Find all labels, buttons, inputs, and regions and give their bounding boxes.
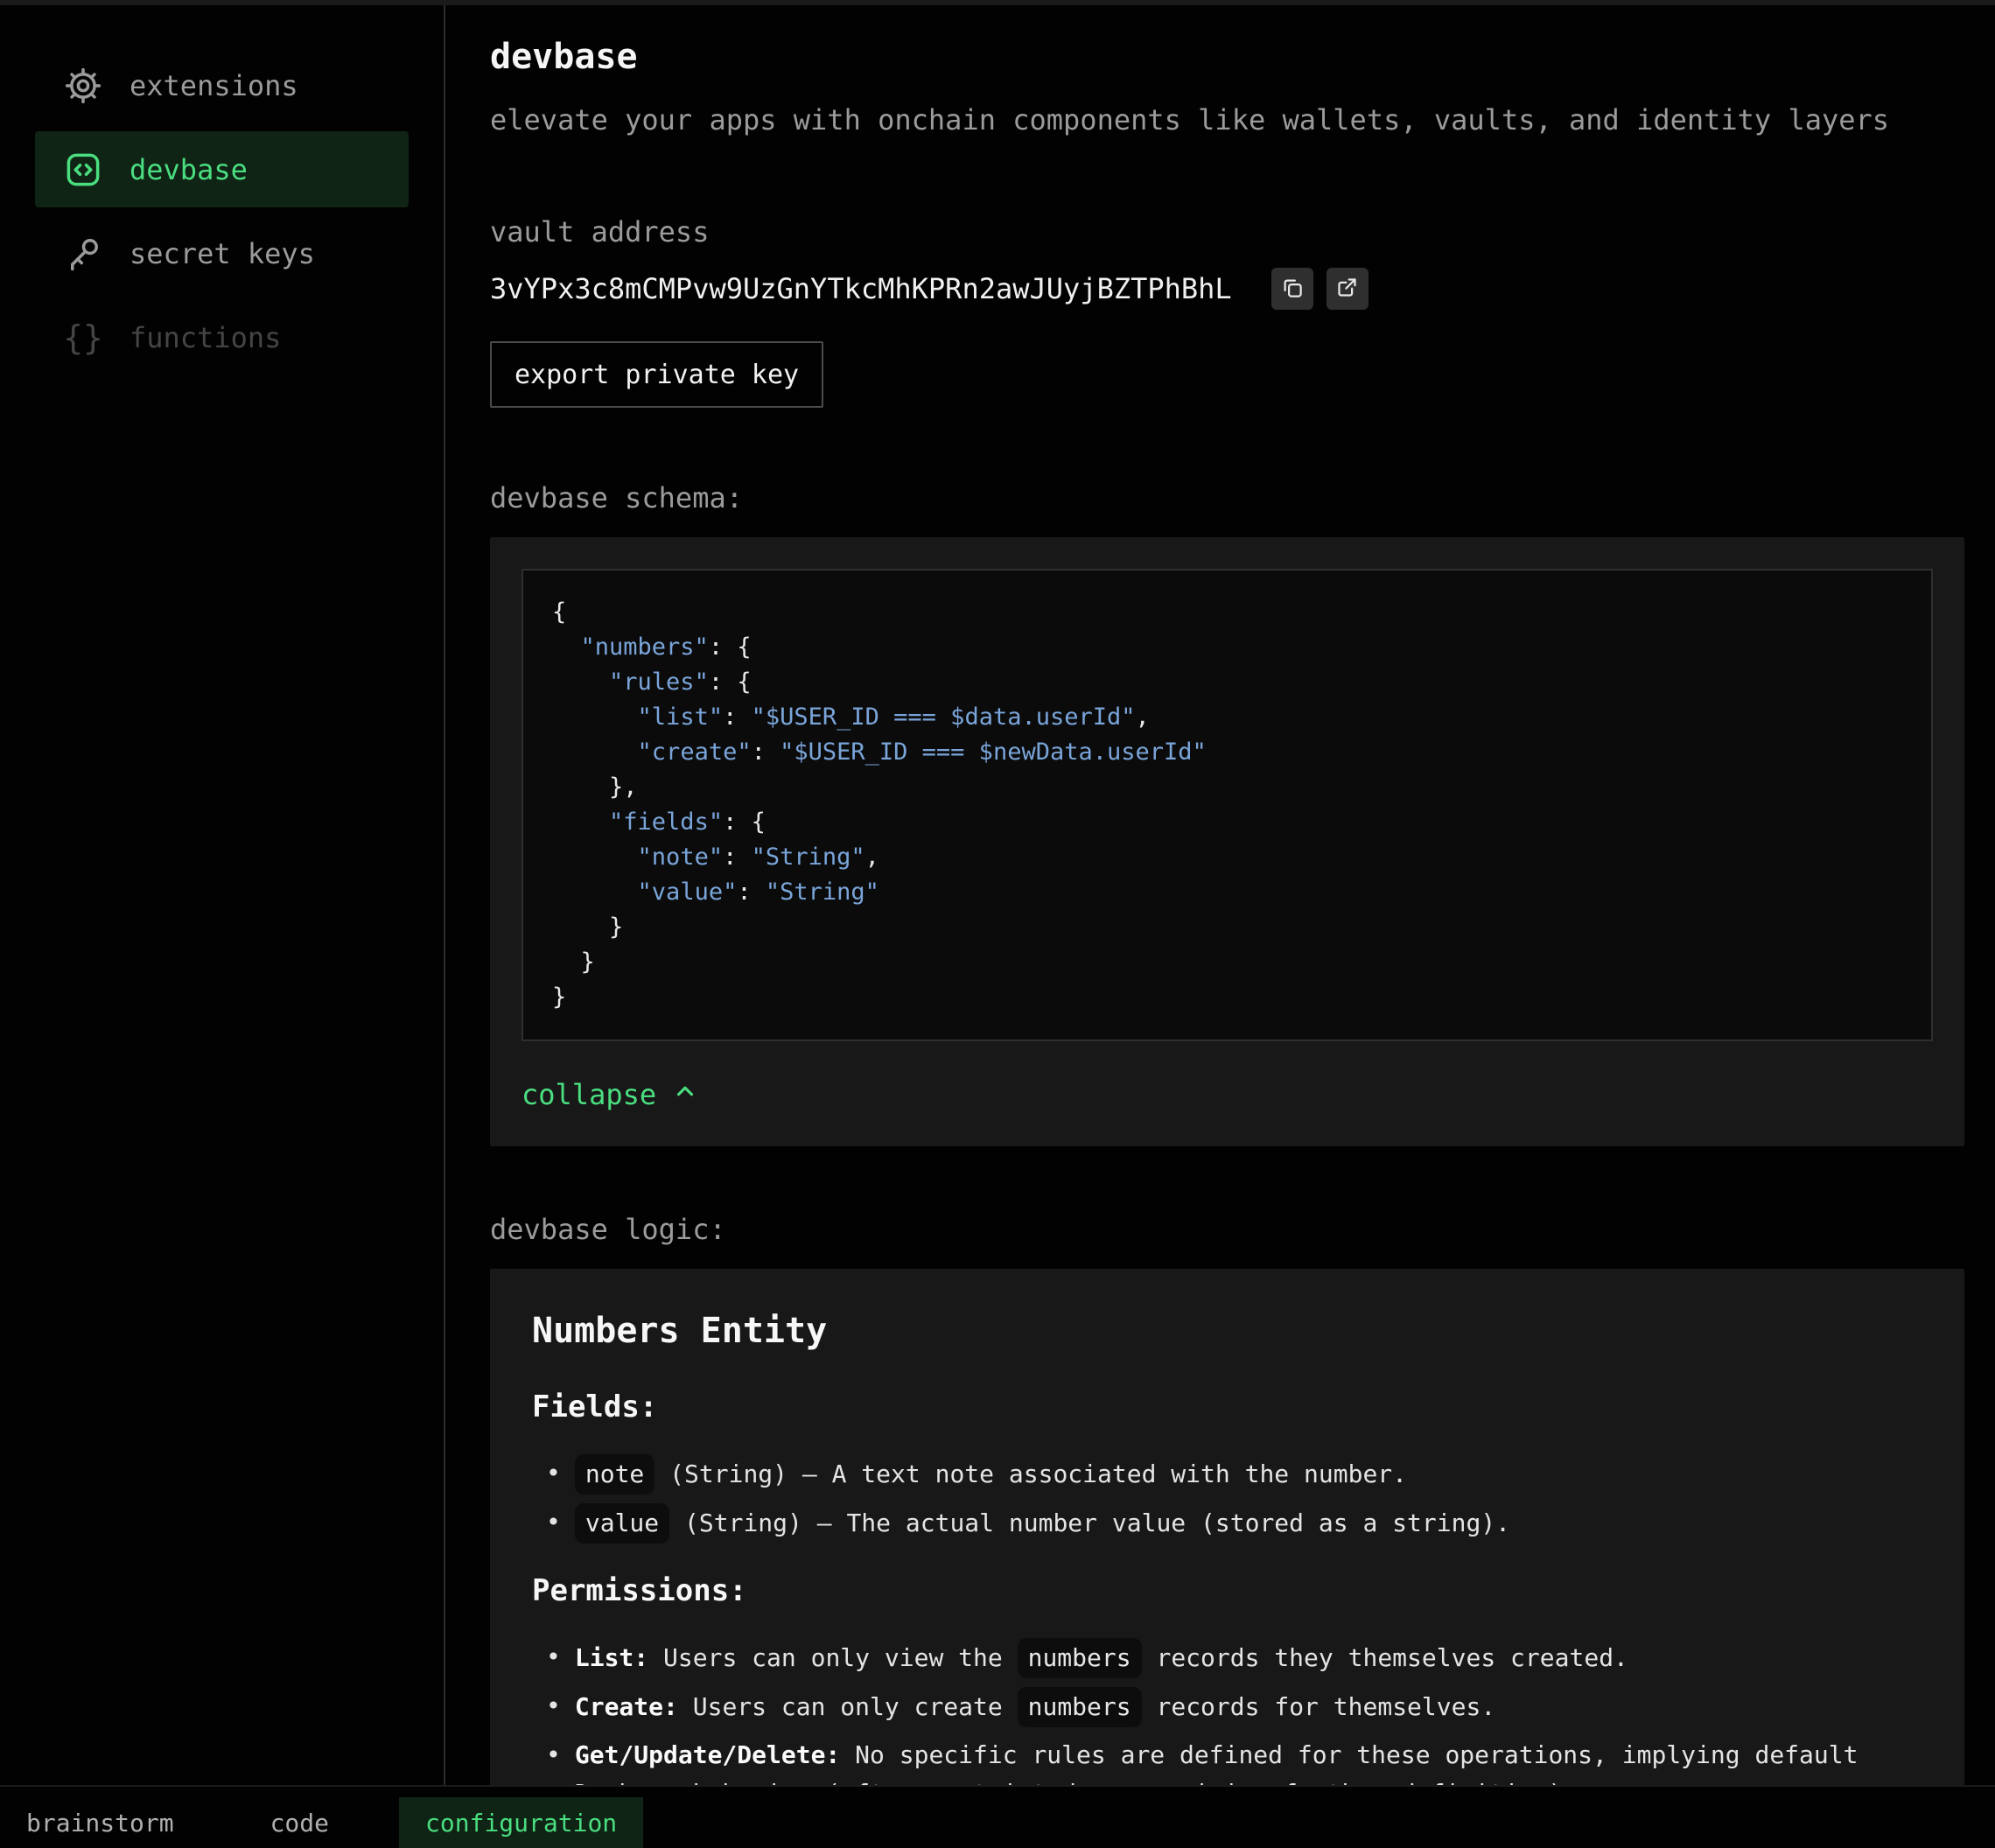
bullet-list: •note (String) – A text note associated …	[532, 1454, 1922, 1544]
list-item: •value (String) – The actual number valu…	[546, 1503, 1922, 1544]
copy-address-button[interactable]	[1271, 268, 1313, 310]
code-chip: numbers	[1018, 1687, 1142, 1727]
sidebar-item-functions[interactable]: {} functions	[35, 299, 409, 375]
page-subtitle: elevate your apps with onchain component…	[490, 103, 1964, 136]
code-chip: note	[575, 1454, 654, 1494]
code-chip: value	[575, 1503, 669, 1544]
code-line: {	[552, 595, 1902, 630]
vault-address-value: 3vYPx3c8mCMPvw9UzGnYTkcMhKPRn2awJUyjBZTP…	[490, 272, 1232, 305]
code-line: }	[552, 945, 1902, 980]
sidebar-item-extensions[interactable]: extensions	[35, 47, 409, 123]
vault-address-row: 3vYPx3c8mCMPvw9UzGnYTkcMhKPRn2awJUyjBZTP…	[490, 268, 1964, 310]
external-link-icon	[1335, 276, 1359, 302]
page-title: devbase	[490, 37, 1964, 77]
schema-section-label: devbase schema:	[490, 481, 1964, 514]
collapse-label: collapse	[522, 1078, 656, 1111]
sidebar-item-label: devbase	[130, 153, 248, 186]
chevron-up-icon	[672, 1078, 698, 1111]
list-item: •List: Users can only view the numbers r…	[546, 1638, 1922, 1678]
bullet-marker: •	[546, 1687, 561, 1727]
code-line: "list": "$USER_ID === $data.userId",	[552, 700, 1902, 735]
key-icon	[64, 234, 102, 273]
gear-icon	[64, 66, 102, 105]
code-line: },	[552, 770, 1902, 805]
bullet-marker: •	[546, 1638, 561, 1678]
sidebar-item-devbase[interactable]: devbase	[35, 131, 409, 207]
code-line: "rules": {	[552, 665, 1902, 700]
sidebar: extensions devbase secret keys {} functions	[0, 5, 445, 1785]
vault-address-label: vault address	[490, 215, 1964, 248]
code-line: "value": "String"	[552, 875, 1902, 910]
code-line: "note": "String",	[552, 840, 1902, 875]
sidebar-item-label: extensions	[130, 69, 298, 102]
export-private-key-button[interactable]: export private key	[490, 341, 823, 408]
list-item: •Create: Users can only create numbers r…	[546, 1687, 1922, 1727]
copy-icon	[1280, 276, 1304, 302]
schema-code-block: { "numbers": { "rules": { "list": "$USER…	[522, 569, 1933, 1041]
logic-heading: Permissions:	[532, 1573, 1922, 1608]
code-line: "create": "$USER_ID === $newData.userId"	[552, 735, 1902, 770]
code-line: }	[552, 980, 1902, 1015]
logic-heading: Fields:	[532, 1390, 1922, 1424]
sidebar-item-label: functions	[130, 321, 281, 354]
app-root: extensionsdevbasesecret keys{}functions …	[0, 0, 1995, 1848]
sidebar-item-label: secret keys	[130, 237, 315, 270]
sidebar-item-secret-keys[interactable]: secret keys	[35, 215, 409, 291]
tab-code[interactable]: code	[244, 1797, 355, 1848]
code-line: "numbers": {	[552, 630, 1902, 665]
code-line: }	[552, 910, 1902, 945]
schema-panel: { "numbers": { "rules": { "list": "$USER…	[490, 537, 1964, 1146]
schema-collapse-link[interactable]: collapse	[522, 1078, 698, 1111]
code-line: "fields": {	[552, 805, 1902, 840]
bullet-marker: •	[546, 1503, 561, 1544]
footer-tab-bar: brainstorm code configuration	[0, 1785, 1995, 1848]
tab-configuration[interactable]: configuration	[399, 1797, 643, 1848]
logic-heading: Numbers Entity	[532, 1311, 1922, 1351]
main-panel: devbase elevate your apps with onchain c…	[447, 5, 1995, 1848]
tab-brainstorm[interactable]: brainstorm	[26, 1797, 200, 1848]
list-item: •note (String) – A text note associated …	[546, 1454, 1922, 1494]
braces-icon: {}	[64, 318, 102, 357]
bullet-marker: •	[546, 1454, 561, 1494]
logic-section-label: devbase logic:	[490, 1213, 1964, 1246]
open-address-button[interactable]	[1326, 268, 1368, 310]
code-icon	[64, 150, 102, 189]
code-chip: numbers	[1018, 1638, 1142, 1678]
logic-panel: Numbers EntityFields:•note (String) – A …	[490, 1269, 1964, 1848]
